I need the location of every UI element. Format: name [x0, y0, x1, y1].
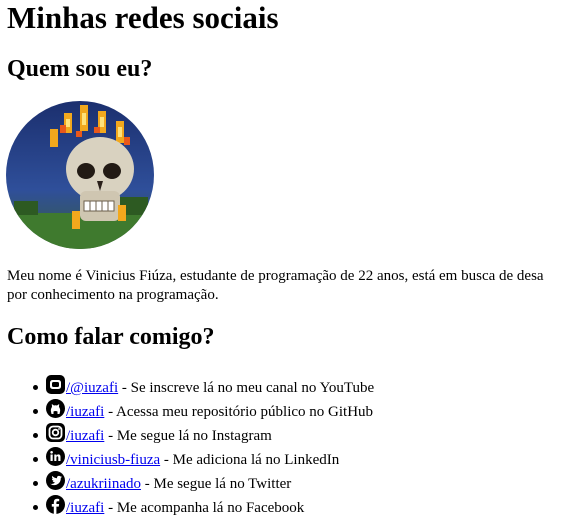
about-heading: Quem sou eu? [7, 56, 153, 82]
page: Minhas redes sociais Quem sou eu? Meu no… [0, 0, 579, 529]
instagram-icon[interactable] [45, 422, 66, 443]
linkedin-icon[interactable] [45, 446, 66, 467]
youtube-icon[interactable] [45, 374, 66, 395]
list-item-instagram: /iuzafi - Me segue lá no Instagram [33, 422, 374, 446]
avatar-image [6, 101, 154, 249]
youtube-description: - Se inscreve lá no meu canal no YouTube [118, 380, 375, 396]
page-title: Minhas redes sociais [7, 0, 279, 35]
youtube-link[interactable]: /@iuzafi [66, 380, 118, 396]
bio-line-1: Meu nome é Vinicius Fiúza, estudante de … [7, 268, 544, 284]
bio-text: Meu nome é Vinicius Fiúza, estudante de … [7, 267, 579, 305]
github-link[interactable]: /iuzafi [66, 404, 104, 420]
list-item-facebook: /iuzafi - Me acompanha lá no Facebook [33, 494, 374, 518]
facebook-icon[interactable] [45, 494, 66, 515]
facebook-description: - Me acompanha lá no Facebook [104, 500, 305, 516]
github-icon[interactable] [45, 398, 66, 419]
list-item-twitter: /azukriinado - Me segue lá no Twitter [33, 470, 374, 494]
list-item-youtube: /@iuzafi - Se inscreve lá no meu canal n… [33, 374, 374, 398]
avatar [6, 101, 154, 249]
contact-heading: Como falar comigo? [7, 324, 215, 350]
list-item-linkedin: /viniciusb-fiuza - Me adiciona lá no Lin… [33, 446, 374, 470]
list-item-github: /iuzafi - Acessa meu repositório público… [33, 398, 374, 422]
linkedin-link[interactable]: /viniciusb-fiuza [66, 452, 160, 468]
linkedin-description: - Me adiciona lá no LinkedIn [160, 452, 340, 468]
instagram-description: - Me segue lá no Instagram [104, 428, 272, 444]
bio-line-2: por conhecimento na programação. [7, 287, 219, 303]
social-links-list: /@iuzafi - Se inscreve lá no meu canal n… [0, 374, 374, 518]
twitter-icon[interactable] [45, 470, 66, 491]
twitter-link[interactable]: /azukriinado [66, 476, 141, 492]
twitter-description: - Me segue lá no Twitter [140, 476, 292, 492]
github-description: - Acessa meu repositório público no GitH… [104, 404, 374, 420]
instagram-link[interactable]: /iuzafi [66, 428, 104, 444]
facebook-link[interactable]: /iuzafi [66, 500, 104, 516]
